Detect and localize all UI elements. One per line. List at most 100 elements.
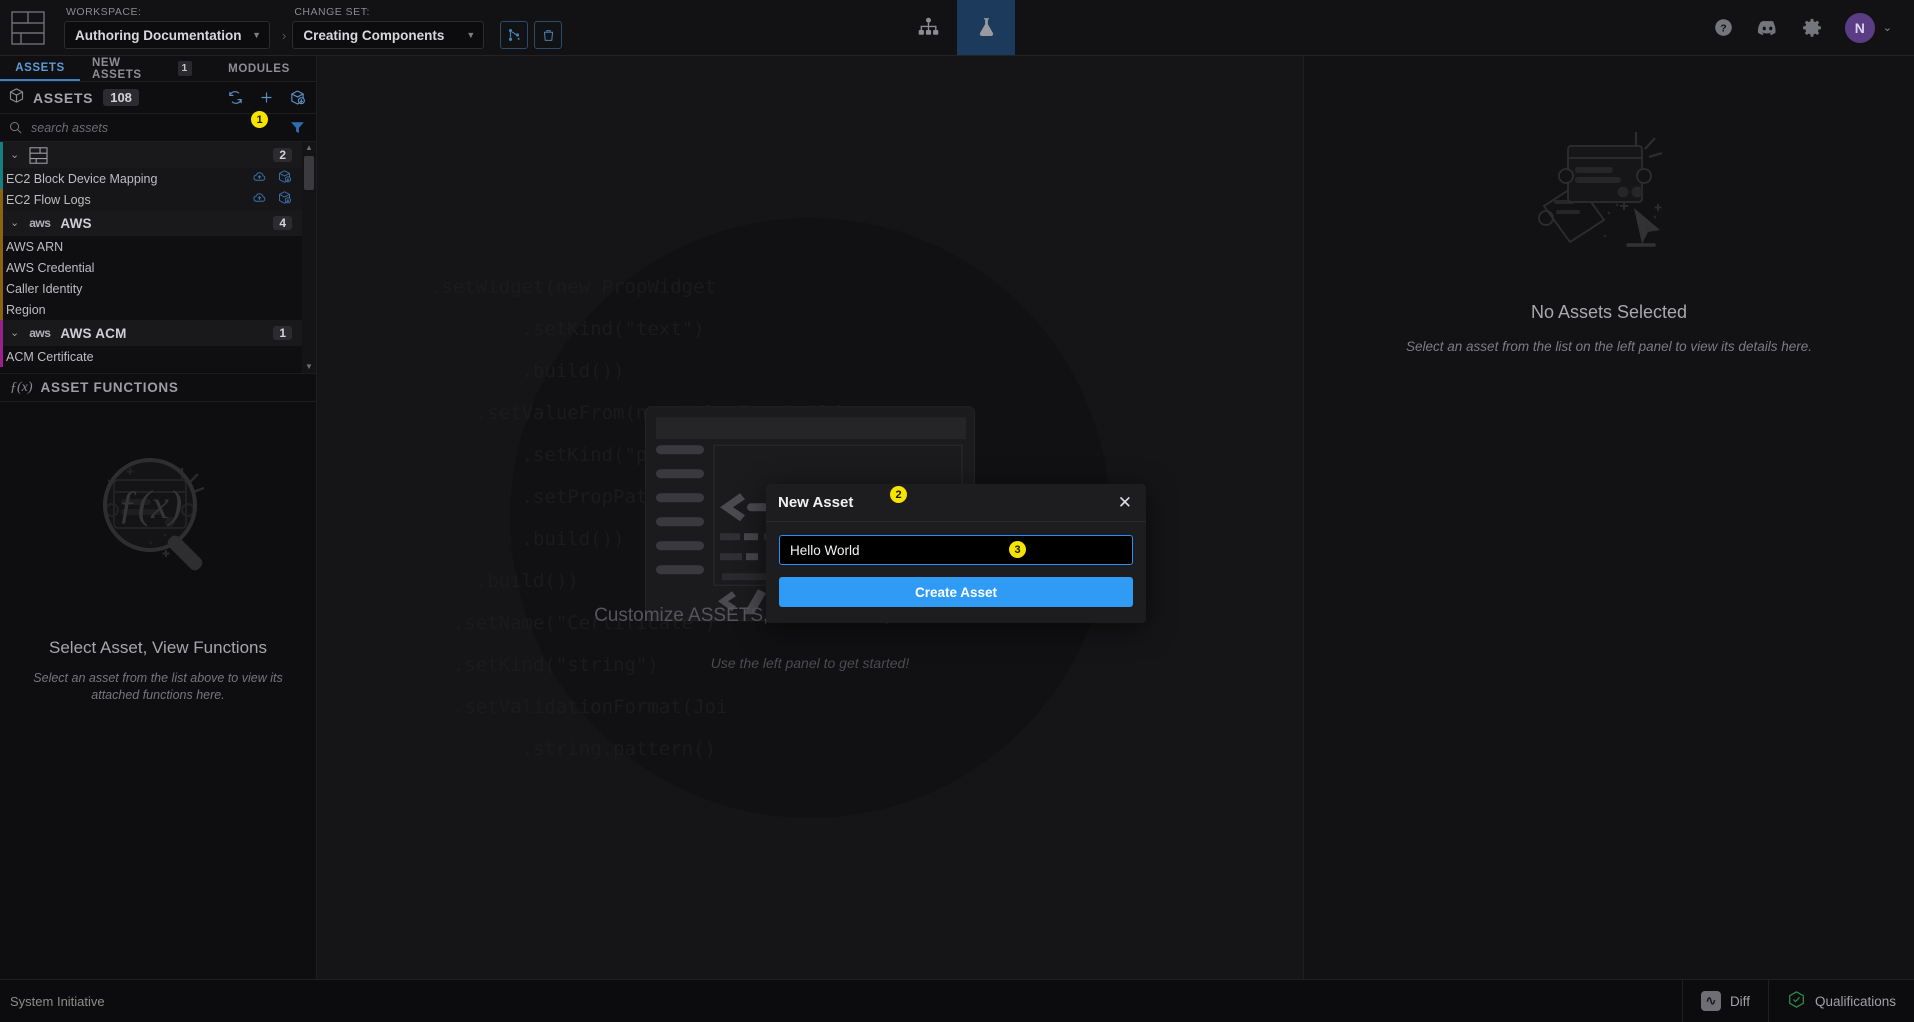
assets-tree-scrollbar[interactable]: ▲ ▼ <box>302 142 316 373</box>
settings-button[interactable] <box>1801 17 1823 39</box>
diff-button[interactable]: ∿ Diff <box>1681 979 1768 1022</box>
category-count: 4 <box>273 216 292 230</box>
footer-brand: System Initiative <box>10 993 105 1009</box>
left-panel-tabbar: ASSETS NEW ASSETS 1 MODULES <box>0 56 316 82</box>
workspace-value: Authoring Documentation <box>75 27 242 43</box>
asset-item-actions <box>252 169 302 189</box>
workspace-field: WORKSPACE: Authoring Documentation ▼ <box>64 6 280 49</box>
asset-item-label: Region <box>6 302 46 317</box>
filter-icon[interactable] <box>289 119 308 136</box>
fx-icon: ƒ(x) <box>10 379 33 395</box>
question-mark-icon: ? <box>1714 19 1732 36</box>
modal-body: Create Asset <box>766 522 1146 623</box>
help-button[interactable]: ? <box>1713 17 1734 38</box>
breadcrumb-separator: › <box>282 28 287 43</box>
assets-tree-scroll-content: ⌄ 2 EC2 Block Device Mapping EC2 Flow Lo… <box>0 142 302 373</box>
scrollbar-thumb[interactable] <box>304 156 314 190</box>
hexagon-check-icon <box>1787 990 1806 1012</box>
category-name: AWS <box>60 215 92 231</box>
asset-item-label: ACM Certificate <box>6 349 94 364</box>
app-logo[interactable] <box>0 0 56 55</box>
cube-icon <box>8 87 25 109</box>
category-stripe <box>0 299 3 320</box>
delete-changeset-button[interactable] <box>534 21 563 49</box>
install-module-button[interactable] <box>289 89 306 106</box>
svg-text:?: ? <box>1720 22 1726 34</box>
empty-selection-illustration <box>1538 132 1663 247</box>
aws-logo-icon: aws <box>29 216 51 230</box>
box-download-icon[interactable] <box>277 190 292 210</box>
asset-functions-title: ASSET FUNCTIONS <box>40 380 179 395</box>
tab-assets[interactable]: ASSETS <box>0 56 80 81</box>
tree-asset-item[interactable]: EC2 Block Device Mapping <box>0 168 302 189</box>
create-asset-button[interactable]: Create Asset <box>779 577 1133 607</box>
wave-icon: ∿ <box>1700 991 1721 1011</box>
category-stripe <box>0 189 3 210</box>
fx-magnifier-illustration: ƒ(x) <box>103 458 205 571</box>
functions-empty-title: Select Asset, View Functions <box>49 638 267 657</box>
asset-item-label: AWS ARN <box>6 239 64 254</box>
chevron-down-icon: ▼ <box>252 29 261 40</box>
search-input[interactable] <box>31 120 281 135</box>
cloud-upload-icon[interactable] <box>252 190 267 210</box>
discord-button[interactable] <box>1756 16 1779 39</box>
discord-icon <box>1757 20 1776 36</box>
aws-logo-icon: aws <box>29 326 51 340</box>
merge-changeset-button[interactable] <box>500 21 529 49</box>
chevron-down-icon: ⌄ <box>1882 22 1892 34</box>
tree-asset-item[interactable]: AWS ARN <box>0 236 302 257</box>
workspace-select[interactable]: Authoring Documentation ▼ <box>64 21 270 49</box>
category-count: 1 <box>273 326 292 340</box>
tree-category-header[interactable]: ⌄ aws AWS 4 <box>0 210 302 236</box>
scroll-down-icon[interactable]: ▼ <box>305 363 313 371</box>
asset-item-actions <box>252 190 302 210</box>
modal-title: New Asset <box>778 494 854 511</box>
tree-asset-item[interactable]: EC2 Flow Logs <box>0 189 302 210</box>
diff-label: Diff <box>1729 993 1750 1009</box>
tree-asset-item[interactable]: ACM Certificate <box>0 346 302 367</box>
gear-icon <box>1802 18 1821 37</box>
refresh-assets-button[interactable] <box>227 89 244 106</box>
box-download-icon[interactable] <box>277 169 292 189</box>
grid-icon <box>29 146 48 164</box>
new-asset-button[interactable] <box>258 89 275 106</box>
tab-lab-view[interactable] <box>957 0 1015 55</box>
tab-assets-label: ASSETS <box>15 61 65 74</box>
app-root: WORKSPACE: Authoring Documentation ▼ › C… <box>0 0 1914 1022</box>
scroll-up-icon[interactable]: ▲ <box>305 144 313 152</box>
asset-name-input[interactable] <box>779 535 1133 565</box>
assets-count: 108 <box>103 89 139 106</box>
tab-model-view[interactable] <box>899 0 957 55</box>
assets-section-header: ASSETS 108 <box>0 82 316 114</box>
chevron-down-icon: ⌄ <box>10 148 20 161</box>
close-icon[interactable]: ✕ <box>1116 492 1134 513</box>
category-stripe <box>0 278 3 299</box>
assets-header-actions <box>227 89 306 106</box>
right-panel-subtitle: Select an asset from the list on the lef… <box>1406 339 1812 354</box>
tree-asset-item[interactable]: Caller Identity <box>0 278 302 299</box>
changeset-select[interactable]: Creating Components ▼ <box>292 21 485 49</box>
assets-title: ASSETS <box>33 89 94 106</box>
tree-asset-item[interactable]: AWS Credential <box>0 257 302 278</box>
tree-category-header[interactable]: ⌄ 2 <box>0 142 302 168</box>
workspace-label: WORKSPACE: <box>66 6 142 18</box>
new-asset-modal: New Asset ✕ Create Asset <box>766 484 1146 623</box>
asset-functions-empty-state: ƒ(x) Select Asset, View Functions Select… <box>0 402 316 979</box>
category-stripe <box>0 236 3 257</box>
tab-new-assets[interactable]: NEW ASSETS 1 <box>80 56 204 81</box>
category-stripe <box>0 346 3 367</box>
category-stripe <box>0 257 3 278</box>
qualifications-button[interactable]: Qualifications <box>1767 979 1914 1022</box>
cloud-upload-icon[interactable] <box>252 169 267 189</box>
chevron-down-icon: ▼ <box>466 29 476 40</box>
tree-category-header[interactable]: ⌄ aws AWS ACM 1 <box>0 320 302 346</box>
left-panel: ASSETS NEW ASSETS 1 MODULES ASSETS 108 s… <box>0 56 317 979</box>
tab-modules[interactable]: MODULES <box>204 56 314 81</box>
asset-item-label: Caller Identity <box>6 281 83 296</box>
chevron-down-icon: ⌄ <box>10 326 20 339</box>
tab-new-assets-badge: 1 <box>177 61 192 76</box>
tab-modules-label: MODULES <box>228 62 290 75</box>
user-menu[interactable]: N ⌄ <box>1844 12 1892 43</box>
tree-asset-item[interactable]: Region <box>0 299 302 320</box>
app-header: WORKSPACE: Authoring Documentation ▼ › C… <box>0 0 1914 56</box>
